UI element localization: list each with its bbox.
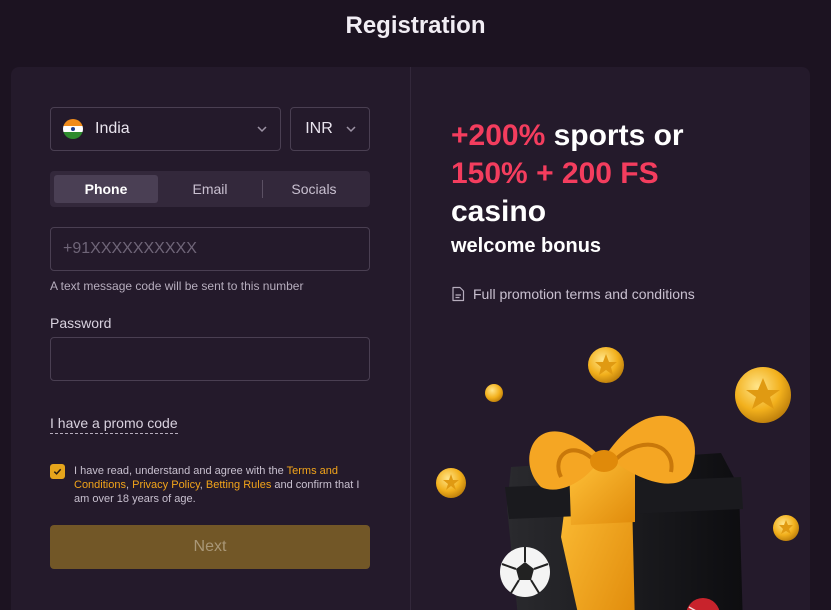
coin-icon bbox=[773, 515, 799, 541]
registration-form: India INR Phone Email Socials A text mes… bbox=[50, 107, 370, 569]
promotion-terms-link[interactable]: Full promotion terms and conditions bbox=[451, 286, 791, 302]
bonus-subtitle: welcome bonus bbox=[451, 235, 602, 257]
document-icon bbox=[452, 286, 465, 302]
currency-select[interactable]: INR bbox=[290, 107, 370, 151]
agreement-text: I have read, understand and agree with t… bbox=[74, 464, 370, 506]
registration-card: India INR Phone Email Socials A text mes… bbox=[11, 67, 810, 610]
page-title: Registration bbox=[345, 12, 486, 39]
country-currency-row: India INR bbox=[50, 107, 370, 151]
privacy-policy-link[interactable]: Privacy Policy bbox=[132, 479, 200, 491]
agreement-checkbox[interactable] bbox=[50, 464, 65, 479]
gift-box-illustration bbox=[436, 347, 799, 610]
phone-hint: A text message code will be sent to this… bbox=[50, 279, 304, 293]
registration-method-tabs: Phone Email Socials bbox=[50, 171, 370, 207]
coin-icon bbox=[735, 367, 791, 423]
bonus-casino-percent: 150% + 200 FS bbox=[451, 157, 659, 190]
agreement-row: I have read, understand and agree with t… bbox=[50, 464, 370, 506]
promo-code-link[interactable]: I have a promo code bbox=[50, 415, 178, 434]
country-value: India bbox=[95, 120, 130, 137]
india-flag-icon bbox=[63, 119, 83, 139]
soccer-ball-icon bbox=[500, 547, 550, 597]
phone-input[interactable] bbox=[50, 227, 370, 271]
coin-icon bbox=[485, 384, 503, 402]
bonus-casino-text: casino bbox=[451, 195, 547, 228]
check-icon bbox=[53, 468, 62, 475]
chevron-down-icon bbox=[256, 123, 268, 135]
chevron-down-icon bbox=[345, 123, 357, 135]
bonus-headline: +200% sports or 150% + 200 FS casino bbox=[451, 117, 791, 231]
coin-icon bbox=[436, 468, 466, 498]
card-divider bbox=[410, 67, 411, 610]
coin-icon bbox=[588, 347, 624, 383]
password-label: Password bbox=[50, 315, 112, 331]
betting-rules-link[interactable]: Betting Rules bbox=[206, 479, 271, 491]
tab-separator bbox=[262, 180, 263, 198]
bonus-sports-percent: +200% bbox=[451, 119, 546, 152]
password-input[interactable] bbox=[50, 337, 370, 381]
currency-value: INR bbox=[305, 120, 333, 137]
tab-phone[interactable]: Phone bbox=[54, 175, 158, 203]
bonus-sports-text: sports or bbox=[545, 119, 684, 152]
next-button[interactable]: Next bbox=[50, 525, 370, 569]
country-select[interactable]: India bbox=[50, 107, 282, 151]
promotion-terms-label: Full promotion terms and conditions bbox=[473, 286, 695, 302]
tab-socials[interactable]: Socials bbox=[262, 175, 366, 203]
bonus-panel: +200% sports or 150% + 200 FS casino wel… bbox=[451, 117, 791, 302]
tab-email[interactable]: Email bbox=[158, 175, 262, 203]
agreement-text-1: I have read, understand and agree with t… bbox=[74, 465, 287, 477]
